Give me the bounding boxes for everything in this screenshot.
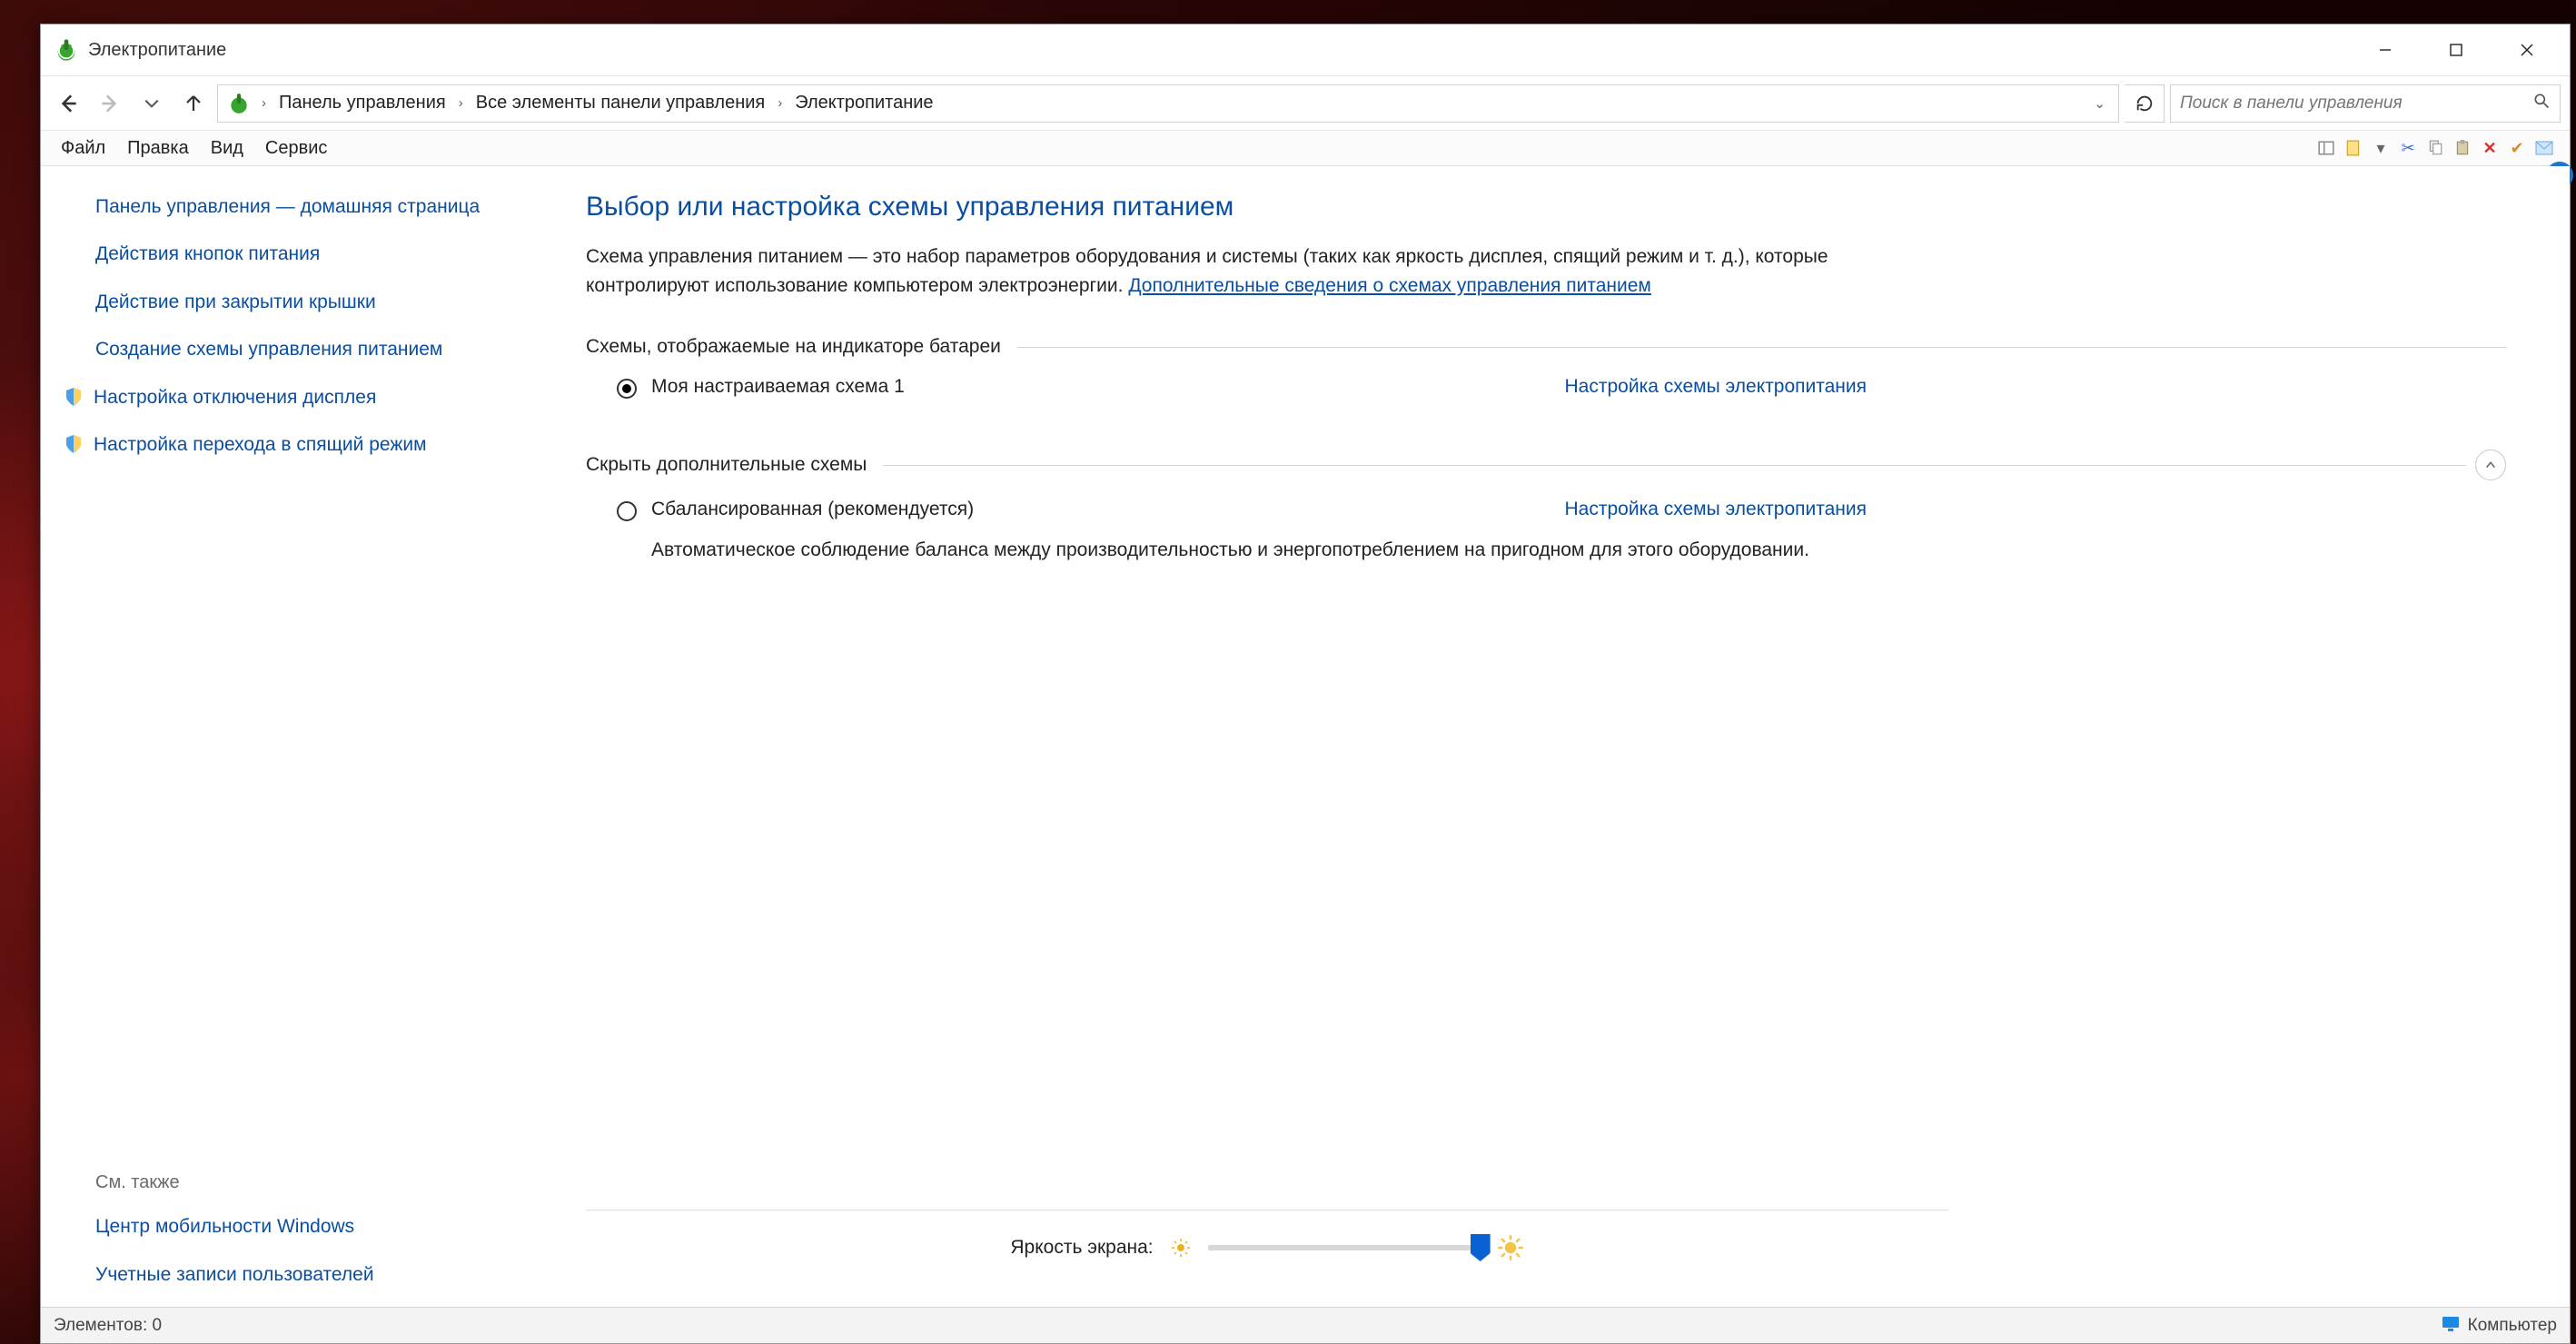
more-info-link[interactable]: Дополнительные сведения о схемах управле… — [1128, 275, 1651, 296]
sidebar-link-lid-close[interactable]: Действие при закрытии крышки — [95, 289, 482, 316]
paste-icon[interactable] — [2452, 137, 2473, 159]
cut-icon[interactable]: ✂ — [2397, 137, 2419, 159]
maximize-button[interactable] — [2421, 32, 2492, 68]
menu-view[interactable]: Вид — [200, 134, 254, 163]
minimize-button[interactable] — [2350, 32, 2421, 68]
pane-icon[interactable] — [2315, 137, 2337, 159]
radio-plan-balanced[interactable] — [617, 501, 637, 521]
computer-icon — [2441, 1314, 2461, 1338]
delete-icon[interactable]: ✕ — [2479, 137, 2501, 159]
menu-service[interactable]: Сервис — [254, 134, 339, 163]
sidebar: Панель управления — домашняя страница Де… — [41, 166, 504, 1307]
sidebar-link-display-off[interactable]: Настройка отключения дисплея — [95, 384, 482, 411]
sidebar-link-home[interactable]: Панель управления — домашняя страница — [95, 193, 482, 221]
plan-settings-link[interactable]: Настройка схемы электропитания — [1565, 376, 1867, 398]
menu-file[interactable]: Файл — [50, 134, 116, 163]
brightness-slider[interactable] — [1208, 1245, 1481, 1250]
search-input[interactable] — [2180, 94, 2527, 114]
page-description: Схема управления питанием — это набор па… — [586, 242, 1876, 300]
brightness-bar: Яркость экрана: — [586, 1210, 1948, 1289]
sun-bright-icon — [1497, 1234, 1524, 1261]
up-button[interactable] — [175, 85, 212, 122]
breadcrumb-item[interactable]: Электропитание — [789, 89, 938, 117]
copy-icon[interactable] — [2424, 137, 2446, 159]
back-button[interactable] — [50, 85, 86, 122]
menubar: Файл Правка Вид Сервис ▾ ✂ ✕ ✔ ? — [41, 130, 2570, 166]
shield-icon — [63, 433, 84, 455]
breadcrumb-item[interactable]: Панель управления — [273, 89, 451, 117]
titlebar: Электропитание — [41, 25, 2570, 75]
chevron-right-icon[interactable]: › — [455, 95, 467, 111]
chevron-down-icon[interactable]: ⌄ — [2094, 95, 2113, 112]
refresh-button[interactable] — [2125, 84, 2165, 123]
brightness-label: Яркость экрана: — [1010, 1237, 1153, 1259]
section-hide-additional: Скрыть дополнительные схемы — [586, 450, 2506, 480]
page-title: Выбор или настройка схемы управления пит… — [586, 192, 2506, 222]
collapse-button[interactable] — [2475, 450, 2506, 480]
search-box[interactable] — [2170, 84, 2561, 123]
sun-dim-icon — [1170, 1237, 1192, 1259]
plan-settings-link[interactable]: Настройка схемы электропитания — [1565, 499, 1867, 520]
window-title: Электропитание — [88, 40, 226, 61]
chevron-right-icon[interactable]: › — [258, 95, 270, 111]
menu-edit[interactable]: Правка — [116, 134, 200, 163]
window-controls — [2350, 32, 2562, 68]
recent-dropdown[interactable] — [134, 85, 170, 122]
mail-icon[interactable] — [2533, 137, 2555, 159]
sidebar-link-create-plan[interactable]: Создание схемы управления питанием — [95, 336, 482, 363]
statusbar-items-count: Элементов: 0 — [54, 1316, 162, 1336]
sidebar-link-sleep[interactable]: Настройка перехода в спящий режим — [95, 431, 482, 459]
shield-icon — [63, 386, 84, 408]
chevron-right-icon[interactable]: › — [774, 95, 786, 111]
statusbar: Элементов: 0 Компьютер — [41, 1307, 2570, 1343]
chevron-down-icon[interactable]: ▾ — [2370, 137, 2392, 159]
address-bar: › Панель управления › Все элементы панел… — [41, 75, 2570, 130]
content: Выбор или настройка схемы управления пит… — [504, 166, 2570, 1307]
close-button[interactable] — [2492, 32, 2562, 68]
plan-label: Моя настраиваемая схема 1 — [651, 376, 905, 398]
power-options-icon — [227, 92, 251, 115]
breadcrumb-item[interactable]: Все элементы панели управления — [471, 89, 771, 117]
breadcrumb[interactable]: › Панель управления › Все элементы панел… — [217, 84, 2119, 123]
forward-button[interactable] — [92, 85, 128, 122]
sidebar-link-user-accounts[interactable]: Учетные записи пользователей — [95, 1261, 482, 1289]
sidebar-link-mobility-center[interactable]: Центр мобильности Windows — [95, 1213, 482, 1240]
check-icon[interactable]: ✔ — [2506, 137, 2528, 159]
see-also-label: См. также — [95, 1154, 482, 1193]
slider-thumb[interactable] — [1471, 1234, 1491, 1261]
statusbar-right: Компьютер — [2468, 1316, 2557, 1336]
plan-row-balanced: Сбалансированная (рекомендуется) Настрой… — [586, 480, 1876, 530]
plan-label: Сбалансированная (рекомендуется) — [651, 499, 974, 520]
control-panel-window: Электропитание — [40, 24, 2571, 1344]
note-icon[interactable] — [2343, 137, 2364, 159]
power-options-icon — [54, 37, 79, 63]
body: Панель управления — домашняя страница Де… — [41, 166, 2570, 1307]
section-battery-plans: Схемы, отображаемые на индикаторе батаре… — [586, 336, 2506, 358]
toolbar-icons: ▾ ✂ ✕ ✔ — [2315, 137, 2561, 159]
plan-description: Автоматическое соблюдение баланса между … — [586, 530, 1876, 574]
search-icon[interactable] — [2532, 92, 2551, 114]
radio-plan-custom[interactable] — [617, 379, 637, 399]
sidebar-link-power-buttons[interactable]: Действия кнопок питания — [95, 241, 482, 268]
plan-row-custom: Моя настраиваемая схема 1 Настройка схем… — [586, 358, 1876, 408]
